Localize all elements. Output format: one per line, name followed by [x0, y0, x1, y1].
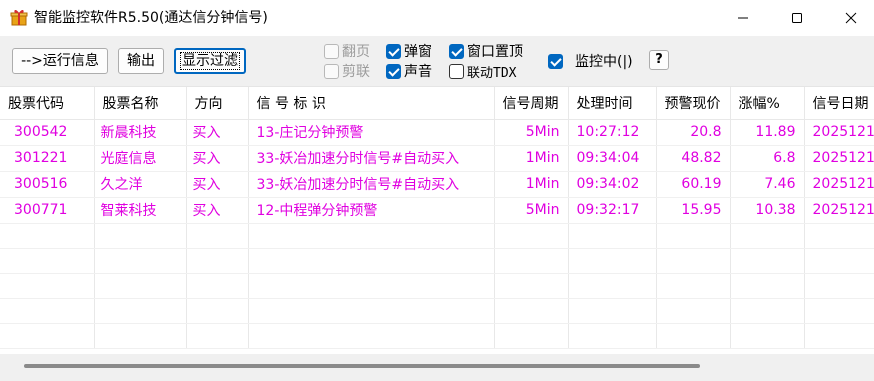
close-button[interactable] — [828, 0, 874, 36]
signal-cell: 33-妖冶加速分时信号#自动买入 — [248, 145, 495, 172]
window-title: 智能监控软件R5.50(通达信分钟信号) — [34, 10, 268, 26]
help-button[interactable]: ? — [649, 50, 669, 70]
empty-row — [0, 248, 874, 274]
checkbox-box — [548, 53, 563, 69]
toolbar: -->运行信息 输出 显示过滤 翻页 剪联 弹窗 声音 窗口置顶 联动TDX 监… — [0, 36, 874, 86]
table-row[interactable]: 300771 智莱科技 买入 12-中程弹分钟预警 5Min 09:32:17 … — [0, 197, 874, 224]
direction-cell: 买入 — [186, 145, 249, 172]
direction-cell: 买入 — [186, 119, 249, 146]
signal-cell: 13-庄记分钟预警 — [248, 119, 495, 146]
column-header[interactable]: 涨幅% — [730, 87, 805, 120]
price-cell: 48.82 — [656, 145, 731, 172]
stock-name-cell: 新晨科技 — [94, 119, 187, 146]
column-header[interactable]: 信号日期 — [804, 87, 874, 120]
time-cell: 10:27:12 — [568, 119, 657, 146]
time-cell: 09:32:17 — [568, 197, 657, 224]
clip-link-label: 剪联 — [342, 64, 370, 80]
table-row[interactable]: 300542 新晨科技 买入 13-庄记分钟预警 5Min 10:27:12 2… — [0, 119, 874, 146]
direction-cell: 买入 — [186, 197, 249, 224]
signal-table[interactable]: 股票代码 股票名称 方向 信 号 标 识 信号周期 处理时间 预警现价 涨幅% … — [0, 86, 874, 354]
signal-grid: 股票代码 股票名称 方向 信 号 标 识 信号周期 处理时间 预警现价 涨幅% … — [0, 87, 874, 349]
page-flip-label: 翻页 — [342, 44, 370, 60]
checkbox-box — [386, 43, 401, 59]
time-cell: 09:34:04 — [568, 145, 657, 172]
table-header-row: 股票代码 股票名称 方向 信 号 标 识 信号周期 处理时间 预警现价 涨幅% … — [0, 87, 874, 120]
column-header[interactable]: 预警现价 — [656, 87, 731, 120]
stock-name-cell: 光庭信息 — [94, 145, 187, 172]
signal-cell: 33-妖冶加速分时信号#自动买入 — [248, 171, 495, 198]
display-filter-label: 显示过滤 — [180, 52, 240, 70]
table-row[interactable]: 301221 光庭信息 买入 33-妖冶加速分时信号#自动买入 1Min 09:… — [0, 145, 874, 172]
column-header[interactable]: 股票名称 — [94, 87, 187, 120]
change-cell: 6.8 — [730, 145, 805, 172]
sound-label: 声音 — [404, 64, 432, 80]
link-tdx-label: 联动TDX — [467, 65, 517, 81]
link-tdx-checkbox[interactable]: 联动TDX — [449, 62, 517, 81]
period-cell: 1Min — [494, 145, 569, 172]
checkbox-box — [449, 43, 464, 59]
stock-code-cell: 300771 — [0, 197, 95, 224]
price-cell: 20.8 — [656, 119, 731, 146]
checkbox-box — [449, 63, 464, 79]
change-cell: 10.38 — [730, 197, 805, 224]
popup-label: 弹窗 — [404, 44, 432, 60]
maximize-icon — [792, 13, 802, 23]
monitoring-label: 监控中(|) — [575, 54, 633, 70]
time-cell: 09:34:02 — [568, 171, 657, 198]
stock-code-cell: 300542 — [0, 119, 95, 146]
popup-checkbox[interactable]: 弹窗 — [386, 42, 432, 60]
close-icon — [845, 12, 857, 24]
gift-icon — [10, 9, 28, 26]
run-info-button[interactable]: -->运行信息 — [12, 48, 108, 74]
empty-row — [0, 298, 874, 324]
title-bar: 智能监控软件R5.50(通达信分钟信号) — [0, 0, 874, 36]
table-row[interactable]: 300516 久之洋 买入 33-妖冶加速分时信号#自动买入 1Min 09:3… — [0, 171, 874, 198]
checkbox-box — [386, 63, 401, 79]
display-filter-button[interactable]: 显示过滤 — [174, 48, 246, 74]
price-cell: 15.95 — [656, 197, 731, 224]
page-flip-checkbox[interactable]: 翻页 — [324, 42, 370, 60]
stock-code-cell: 301221 — [0, 145, 95, 172]
column-header[interactable]: 股票代码 — [0, 87, 95, 120]
export-button[interactable]: 输出 — [118, 48, 164, 74]
horizontal-scrollbar[interactable] — [0, 354, 874, 381]
stock-code-cell: 300516 — [0, 171, 95, 198]
date-cell: 2025121 — [804, 171, 874, 198]
stock-name-cell: 久之洋 — [94, 171, 187, 198]
direction-cell: 买入 — [186, 171, 249, 198]
empty-row — [0, 273, 874, 299]
price-cell: 60.19 — [656, 171, 731, 198]
clip-link-checkbox[interactable]: 剪联 — [324, 62, 370, 80]
change-cell: 11.89 — [730, 119, 805, 146]
minimize-icon — [738, 17, 748, 19]
column-header[interactable]: 方向 — [186, 87, 249, 120]
period-cell: 5Min — [494, 119, 569, 146]
date-cell: 2025121 — [804, 145, 874, 172]
empty-row — [0, 223, 874, 249]
period-cell: 5Min — [494, 197, 569, 224]
column-header[interactable]: 处理时间 — [568, 87, 657, 120]
checkbox-box — [324, 63, 339, 79]
monitoring-checkbox[interactable]: 监控中(|) — [548, 52, 633, 70]
minimize-button[interactable] — [720, 0, 766, 36]
sound-checkbox[interactable]: 声音 — [386, 62, 432, 80]
change-cell: 7.46 — [730, 171, 805, 198]
scrollbar-thumb[interactable] — [24, 364, 700, 368]
window-on-top-label: 窗口置顶 — [467, 44, 523, 60]
maximize-button[interactable] — [774, 0, 820, 36]
empty-row — [0, 323, 874, 349]
stock-name-cell: 智莱科技 — [94, 197, 187, 224]
signal-cell: 12-中程弹分钟预警 — [248, 197, 495, 224]
window-on-top-checkbox[interactable]: 窗口置顶 — [449, 42, 523, 60]
period-cell: 1Min — [494, 171, 569, 198]
checkbox-box — [324, 43, 339, 59]
column-header[interactable]: 信号周期 — [494, 87, 569, 120]
column-header[interactable]: 信 号 标 识 — [248, 87, 495, 120]
date-cell: 2025121 — [804, 197, 874, 224]
date-cell: 2025121 — [804, 119, 874, 146]
